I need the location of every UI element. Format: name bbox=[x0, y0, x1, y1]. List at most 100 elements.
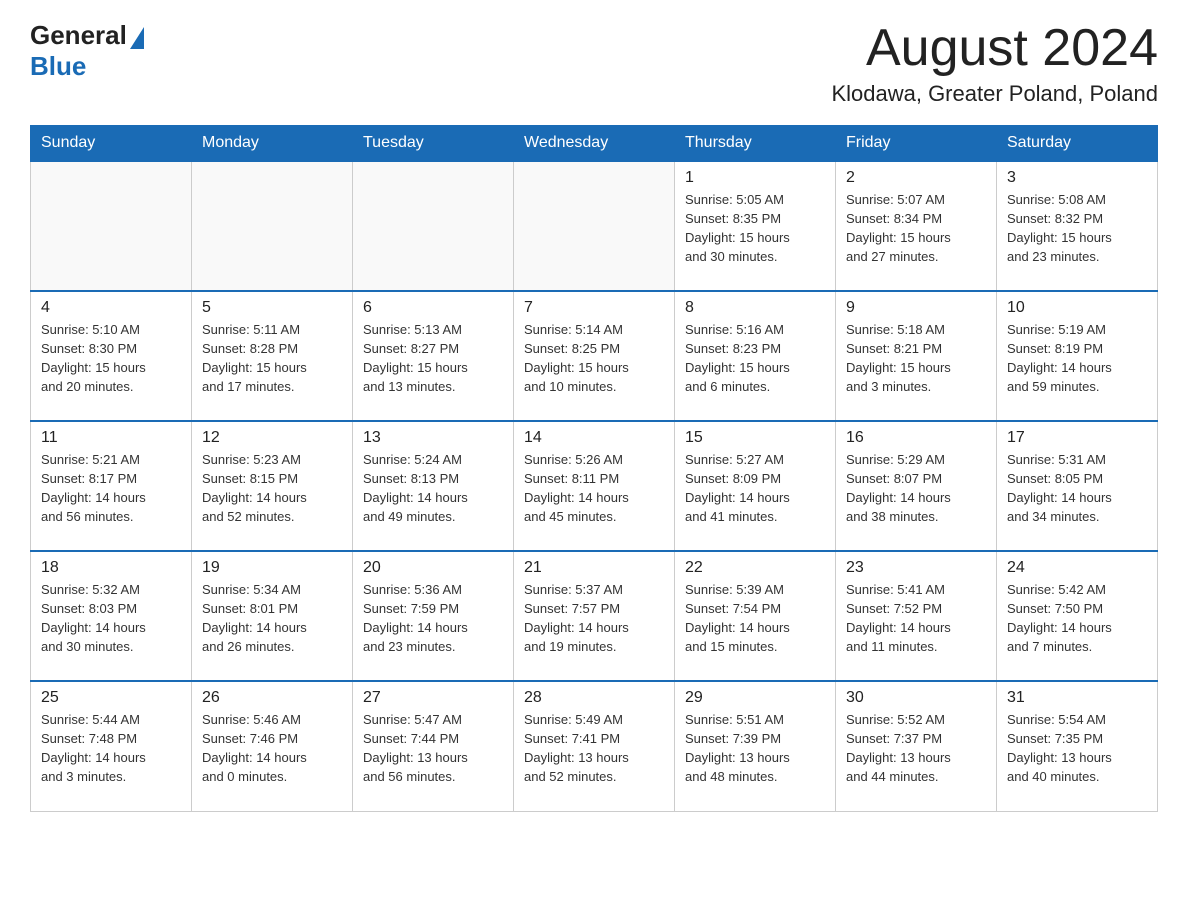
day-info: Sunrise: 5:39 AM Sunset: 7:54 PM Dayligh… bbox=[685, 581, 825, 656]
page-header: General Blue August 2024 Klodawa, Greate… bbox=[30, 20, 1158, 107]
day-number: 10 bbox=[1007, 299, 1147, 317]
day-info: Sunrise: 5:29 AM Sunset: 8:07 PM Dayligh… bbox=[846, 451, 986, 526]
day-number: 18 bbox=[41, 559, 181, 577]
day-number: 12 bbox=[202, 429, 342, 447]
calendar-cell: 13 Sunrise: 5:24 AM Sunset: 8:13 PM Dayli… bbox=[353, 421, 514, 551]
calendar-cell: 22 Sunrise: 5:39 AM Sunset: 7:54 PM Dayli… bbox=[675, 551, 836, 681]
calendar-cell: 16 Sunrise: 5:29 AM Sunset: 8:07 PM Dayli… bbox=[836, 421, 997, 551]
calendar-week-row: 1Sunrise: 5:05 AM Sunset: 8:35 PM Daylig… bbox=[31, 161, 1158, 291]
calendar-cell: 31Sunrise: 5:54 AM Sunset: 7:35 PM Dayli… bbox=[997, 681, 1158, 811]
day-info: Sunrise: 5:47 AM Sunset: 7:44 PM Dayligh… bbox=[363, 711, 503, 786]
calendar-cell: 15 Sunrise: 5:27 AM Sunset: 8:09 PM Dayli… bbox=[675, 421, 836, 551]
day-number: 11 bbox=[41, 429, 181, 447]
calendar-week-row: 18 Sunrise: 5:32 AM Sunset: 8:03 PM Dayli… bbox=[31, 551, 1158, 681]
day-number: 13 bbox=[363, 429, 503, 447]
day-number: 16 bbox=[846, 429, 986, 447]
day-info: Sunrise: 5:36 AM Sunset: 7:59 PM Dayligh… bbox=[363, 581, 503, 656]
calendar-cell: 21 Sunrise: 5:37 AM Sunset: 7:57 PM Dayli… bbox=[514, 551, 675, 681]
logo-blue-text: Blue bbox=[30, 51, 144, 82]
day-number: 5 bbox=[202, 299, 342, 317]
weekday-header-friday: Friday bbox=[836, 126, 997, 162]
day-info: Sunrise: 5:27 AM Sunset: 8:09 PM Dayligh… bbox=[685, 451, 825, 526]
calendar-cell: 18 Sunrise: 5:32 AM Sunset: 8:03 PM Dayli… bbox=[31, 551, 192, 681]
day-info: Sunrise: 5:10 AM Sunset: 8:30 PM Dayligh… bbox=[41, 321, 181, 396]
calendar-cell: 24 Sunrise: 5:42 AM Sunset: 7:50 PM Dayli… bbox=[997, 551, 1158, 681]
day-number: 22 bbox=[685, 559, 825, 577]
calendar-cell: 9 Sunrise: 5:18 AM Sunset: 8:21 PM Daylig… bbox=[836, 291, 997, 421]
day-number: 31 bbox=[1007, 689, 1147, 707]
day-number: 19 bbox=[202, 559, 342, 577]
day-info: Sunrise: 5:34 AM Sunset: 8:01 PM Dayligh… bbox=[202, 581, 342, 656]
logo-triangle-icon bbox=[130, 27, 144, 49]
calendar-cell: 29Sunrise: 5:51 AM Sunset: 7:39 PM Dayli… bbox=[675, 681, 836, 811]
day-info: Sunrise: 5:42 AM Sunset: 7:50 PM Dayligh… bbox=[1007, 581, 1147, 656]
calendar-cell: 4Sunrise: 5:10 AM Sunset: 8:30 PM Daylig… bbox=[31, 291, 192, 421]
weekday-header-saturday: Saturday bbox=[997, 126, 1158, 162]
calendar-cell: 6Sunrise: 5:13 AM Sunset: 8:27 PM Daylig… bbox=[353, 291, 514, 421]
calendar-table: SundayMondayTuesdayWednesdayThursdayFrid… bbox=[30, 125, 1158, 812]
day-info: Sunrise: 5:31 AM Sunset: 8:05 PM Dayligh… bbox=[1007, 451, 1147, 526]
calendar-cell: 3 Sunrise: 5:08 AM Sunset: 8:32 PM Daylig… bbox=[997, 161, 1158, 291]
calendar-cell: 2Sunrise: 5:07 AM Sunset: 8:34 PM Daylig… bbox=[836, 161, 997, 291]
calendar-week-row: 11Sunrise: 5:21 AM Sunset: 8:17 PM Dayli… bbox=[31, 421, 1158, 551]
logo: General Blue bbox=[30, 20, 144, 82]
day-info: Sunrise: 5:18 AM Sunset: 8:21 PM Dayligh… bbox=[846, 321, 986, 396]
weekday-header-tuesday: Tuesday bbox=[353, 126, 514, 162]
day-info: Sunrise: 5:32 AM Sunset: 8:03 PM Dayligh… bbox=[41, 581, 181, 656]
day-number: 28 bbox=[524, 689, 664, 707]
day-number: 25 bbox=[41, 689, 181, 707]
day-info: Sunrise: 5:07 AM Sunset: 8:34 PM Dayligh… bbox=[846, 191, 986, 266]
calendar-cell: 27 Sunrise: 5:47 AM Sunset: 7:44 PM Dayli… bbox=[353, 681, 514, 811]
location-title: Klodawa, Greater Poland, Poland bbox=[831, 81, 1158, 107]
weekday-header-monday: Monday bbox=[192, 126, 353, 162]
calendar-week-row: 25Sunrise: 5:44 AM Sunset: 7:48 PM Dayli… bbox=[31, 681, 1158, 811]
calendar-week-row: 4Sunrise: 5:10 AM Sunset: 8:30 PM Daylig… bbox=[31, 291, 1158, 421]
day-number: 9 bbox=[846, 299, 986, 317]
day-info: Sunrise: 5:26 AM Sunset: 8:11 PM Dayligh… bbox=[524, 451, 664, 526]
day-info: Sunrise: 5:11 AM Sunset: 8:28 PM Dayligh… bbox=[202, 321, 342, 396]
day-info: Sunrise: 5:05 AM Sunset: 8:35 PM Dayligh… bbox=[685, 191, 825, 266]
month-title: August 2024 bbox=[831, 20, 1158, 77]
day-number: 24 bbox=[1007, 559, 1147, 577]
logo-general-text: General bbox=[30, 20, 127, 51]
calendar-cell: 8Sunrise: 5:16 AM Sunset: 8:23 PM Daylig… bbox=[675, 291, 836, 421]
calendar-cell: 25Sunrise: 5:44 AM Sunset: 7:48 PM Dayli… bbox=[31, 681, 192, 811]
day-info: Sunrise: 5:37 AM Sunset: 7:57 PM Dayligh… bbox=[524, 581, 664, 656]
calendar-cell: 11Sunrise: 5:21 AM Sunset: 8:17 PM Dayli… bbox=[31, 421, 192, 551]
day-number: 27 bbox=[363, 689, 503, 707]
calendar-cell: 5 Sunrise: 5:11 AM Sunset: 8:28 PM Daylig… bbox=[192, 291, 353, 421]
calendar-cell: 7 Sunrise: 5:14 AM Sunset: 8:25 PM Daylig… bbox=[514, 291, 675, 421]
calendar-cell bbox=[192, 161, 353, 291]
day-number: 7 bbox=[524, 299, 664, 317]
day-info: Sunrise: 5:49 AM Sunset: 7:41 PM Dayligh… bbox=[524, 711, 664, 786]
calendar-cell bbox=[353, 161, 514, 291]
day-number: 14 bbox=[524, 429, 664, 447]
day-number: 23 bbox=[846, 559, 986, 577]
calendar-cell: 12 Sunrise: 5:23 AM Sunset: 8:15 PM Dayli… bbox=[192, 421, 353, 551]
weekday-header-row: SundayMondayTuesdayWednesdayThursdayFrid… bbox=[31, 126, 1158, 162]
day-info: Sunrise: 5:51 AM Sunset: 7:39 PM Dayligh… bbox=[685, 711, 825, 786]
day-info: Sunrise: 5:14 AM Sunset: 8:25 PM Dayligh… bbox=[524, 321, 664, 396]
day-number: 17 bbox=[1007, 429, 1147, 447]
day-info: Sunrise: 5:08 AM Sunset: 8:32 PM Dayligh… bbox=[1007, 191, 1147, 266]
weekday-header-sunday: Sunday bbox=[31, 126, 192, 162]
title-block: August 2024 Klodawa, Greater Poland, Pol… bbox=[831, 20, 1158, 107]
day-number: 30 bbox=[846, 689, 986, 707]
day-number: 15 bbox=[685, 429, 825, 447]
day-info: Sunrise: 5:23 AM Sunset: 8:15 PM Dayligh… bbox=[202, 451, 342, 526]
day-info: Sunrise: 5:13 AM Sunset: 8:27 PM Dayligh… bbox=[363, 321, 503, 396]
calendar-cell: 19 Sunrise: 5:34 AM Sunset: 8:01 PM Dayli… bbox=[192, 551, 353, 681]
day-number: 21 bbox=[524, 559, 664, 577]
weekday-header-thursday: Thursday bbox=[675, 126, 836, 162]
day-info: Sunrise: 5:46 AM Sunset: 7:46 PM Dayligh… bbox=[202, 711, 342, 786]
day-info: Sunrise: 5:24 AM Sunset: 8:13 PM Dayligh… bbox=[363, 451, 503, 526]
calendar-header: SundayMondayTuesdayWednesdayThursdayFrid… bbox=[31, 126, 1158, 162]
calendar-cell: 30Sunrise: 5:52 AM Sunset: 7:37 PM Dayli… bbox=[836, 681, 997, 811]
calendar-cell bbox=[514, 161, 675, 291]
calendar-cell: 1Sunrise: 5:05 AM Sunset: 8:35 PM Daylig… bbox=[675, 161, 836, 291]
calendar-cell: 17 Sunrise: 5:31 AM Sunset: 8:05 PM Dayli… bbox=[997, 421, 1158, 551]
calendar-cell bbox=[31, 161, 192, 291]
calendar-cell: 23Sunrise: 5:41 AM Sunset: 7:52 PM Dayli… bbox=[836, 551, 997, 681]
day-number: 3 bbox=[1007, 169, 1147, 187]
calendar-cell: 28 Sunrise: 5:49 AM Sunset: 7:41 PM Dayli… bbox=[514, 681, 675, 811]
